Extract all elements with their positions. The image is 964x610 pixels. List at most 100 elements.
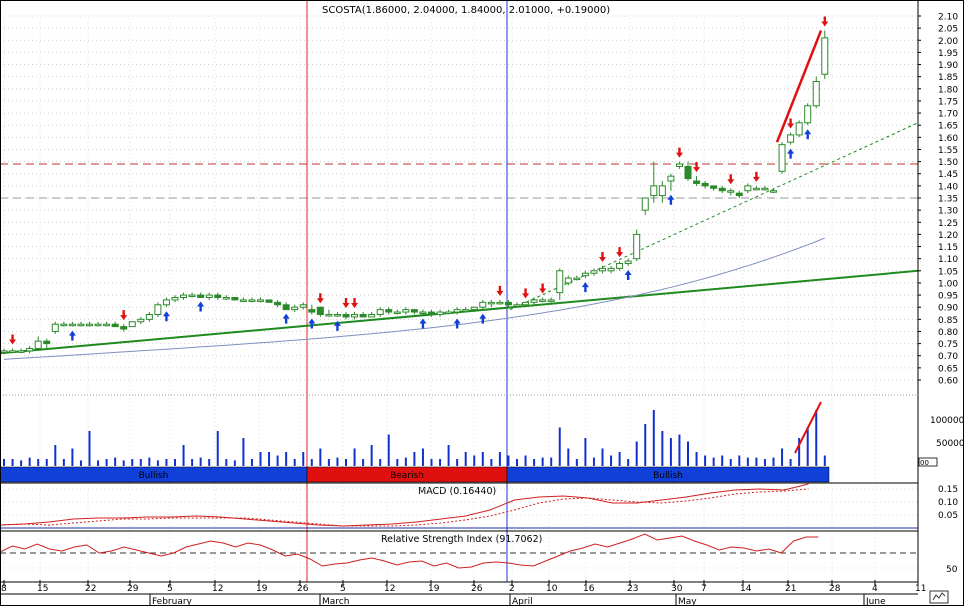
candle-body: [821, 37, 829, 75]
candle-body: [744, 185, 752, 192]
candle-body: [504, 301, 512, 306]
candle: [744, 183, 752, 194]
candle-body: [547, 299, 555, 302]
price-tick-label: 1.55: [938, 146, 958, 156]
x-tick-label: 16: [583, 584, 595, 594]
candle-body: [616, 263, 624, 269]
candle: [624, 258, 632, 266]
candle: [299, 302, 307, 310]
price-tick-label: 1.10: [938, 255, 958, 265]
x-tick-label: 21: [785, 584, 796, 594]
candle: [222, 295, 230, 300]
macd-signal-line: [0, 488, 809, 527]
candle-body: [812, 81, 820, 107]
month-label: June: [865, 597, 886, 606]
candle-body: [436, 311, 444, 315]
candle: [641, 197, 649, 215]
candle-body: [573, 277, 581, 281]
volume-tick-label: 50000: [936, 439, 964, 449]
candle: [9, 348, 17, 354]
candle-body: [0, 350, 8, 353]
trend-segment-label: Bullish: [139, 471, 169, 481]
sell-arrow: [727, 174, 735, 185]
candle: [43, 338, 51, 349]
candle-body: [282, 304, 290, 311]
candle: [385, 307, 393, 315]
candle-body: [607, 267, 615, 272]
candle-body: [103, 323, 111, 327]
sell-arrow: [316, 293, 324, 304]
candle-body: [60, 323, 68, 327]
candle: [180, 292, 188, 300]
candle-body: [684, 165, 692, 180]
x-tick-label: 8: [1, 584, 7, 594]
buy-arrow: [68, 330, 76, 341]
candle-body: [68, 323, 76, 327]
candle-body: [86, 323, 93, 327]
candle: [804, 103, 812, 126]
candle-body: [17, 350, 25, 353]
month-label: February: [152, 597, 193, 606]
candle: [556, 268, 564, 300]
x-tick-label: 15: [37, 584, 48, 594]
x-tick-label: 22: [85, 584, 96, 594]
candle: [333, 312, 341, 317]
candle-body: [308, 309, 316, 313]
candle-body: [787, 134, 795, 143]
candle-body: [333, 313, 341, 317]
candle: [231, 296, 239, 301]
price-tick-label: 0.80: [938, 328, 958, 338]
candle: [265, 299, 273, 303]
candle-body: [51, 323, 59, 332]
candle: [581, 270, 589, 279]
candle-body: [120, 326, 128, 330]
chart-title: SCOSTA(1.86000, 2.04000, 1.84000, 2.0100…: [322, 5, 610, 16]
x-tick-label: 2: [509, 584, 515, 594]
candle-body: [445, 311, 453, 315]
candle-body: [77, 323, 85, 327]
candle-body: [154, 304, 162, 315]
x-tick-label: 30: [671, 584, 683, 594]
candle: [316, 306, 324, 317]
candle-body: [522, 301, 530, 306]
candle-body: [410, 309, 418, 313]
sell-arrow: [522, 288, 530, 299]
x-tick-label: 19: [256, 584, 268, 594]
candle-body: [291, 306, 299, 311]
candle-body: [530, 299, 538, 303]
candle-body: [342, 313, 350, 318]
volume-panel: 100000 50000 00: [0, 394, 964, 467]
price-tick-label: 1.60: [938, 134, 958, 144]
month-label: April: [512, 597, 533, 606]
x-tick-label: 10: [546, 584, 558, 594]
x-tick-label: 26: [471, 584, 483, 594]
trend-segment-label: Bearish: [390, 471, 424, 481]
price-tick-label: 1.75: [938, 97, 958, 107]
candle-body: [556, 270, 564, 294]
candle: [86, 321, 93, 327]
volume-tick-label: 100000: [930, 416, 964, 426]
buy-arrow: [667, 194, 675, 205]
candle: [162, 297, 170, 308]
trend-bar: Bullish Bearish Bullish: [0, 466, 830, 483]
macd-line: [0, 483, 809, 527]
candle: [68, 321, 76, 327]
corner-icon[interactable]: [929, 590, 949, 604]
x-tick-label: 28: [829, 584, 841, 594]
candle: [171, 295, 179, 303]
candle: [812, 76, 820, 109]
signal-arrows: [9, 16, 829, 345]
price-tick-label: 1.15: [938, 243, 958, 253]
candle: [17, 348, 25, 354]
candle-body: [795, 122, 803, 136]
price-tick-label: 1.40: [938, 182, 958, 192]
price-tick-label: 2.10: [938, 13, 958, 23]
candle: [205, 292, 213, 300]
candle: [376, 307, 384, 317]
candle-body: [171, 296, 179, 301]
candle-body: [26, 347, 34, 352]
candle: [710, 185, 718, 191]
candle-body: [359, 313, 367, 318]
candle: [248, 297, 256, 303]
candle-body: [496, 301, 504, 305]
